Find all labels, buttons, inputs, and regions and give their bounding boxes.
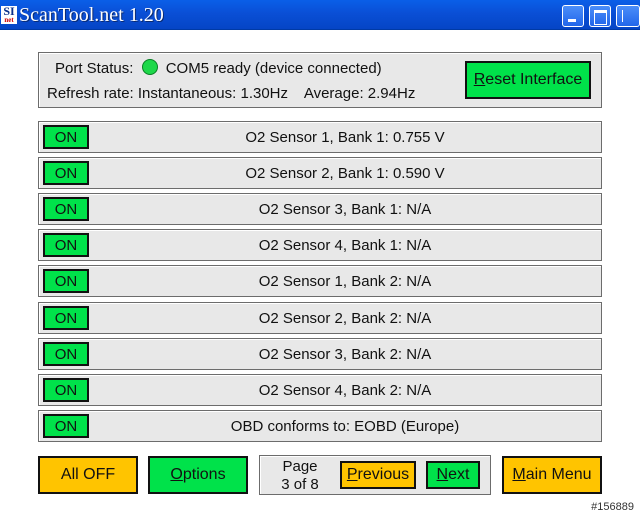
previous-page-button[interactable]: Previous [340,461,416,489]
next-page-button[interactable]: Next [426,461,480,489]
average-value: 2.94Hz [367,85,416,102]
sensor-toggle-button[interactable]: ON [43,161,89,185]
app-logo-icon: SI net [1,6,17,24]
main-menu-label: ain Menu [525,466,592,483]
average-label: Average: [303,85,364,102]
next-mnemonic: N [436,466,449,483]
sensor-readout: O2 Sensor 4, Bank 1: N/A [89,237,601,254]
title-bar[interactable]: SI net ScanTool.net 1.20 [0,0,640,30]
sensor-value: N/A [406,310,432,327]
sensor-label: O2 Sensor 3, Bank 2: [258,346,403,363]
previous-label: revious [357,466,410,483]
minimize-button[interactable] [562,5,584,27]
instantaneous-label: Instantaneous: [137,85,237,102]
options-mnemonic: O [170,466,183,483]
sensor-value: N/A [406,273,432,290]
sensor-toggle-button[interactable]: ON [43,233,89,257]
obd-standard-readout: OBD conforms to: EOBD (Europe) [89,418,601,435]
obd-standard-value: EOBD (Europe) [354,418,460,435]
sensor-row: ON O2 Sensor 4, Bank 1: N/A [38,229,602,261]
page-count: 3 of 8 [281,476,319,493]
previous-mnemonic: P [346,466,358,483]
sensor-label: O2 Sensor 4, Bank 2: [258,382,403,399]
sensor-label: O2 Sensor 3, Bank 1: [258,201,403,218]
options-button[interactable]: Options [148,456,248,494]
main-menu-button[interactable]: Main Menu [502,456,602,494]
port-status-value: COM5 ready (device connected) [165,60,382,77]
sensor-toggle-button[interactable]: ON [43,269,89,293]
sensor-toggle-button[interactable]: ON [43,342,89,366]
sensor-value: N/A [406,382,432,399]
sensor-readout: O2 Sensor 1, Bank 1: 0.755 V [89,129,601,146]
sensor-label: O2 Sensor 1, Bank 1: [245,129,389,146]
sensor-toggle-button[interactable]: ON [43,306,89,330]
sensor-row: ON O2 Sensor 1, Bank 1: 0.755 V [38,121,602,153]
all-off-button[interactable]: All OFF [38,456,138,494]
options-label: ptions [182,466,226,483]
sensor-label: O2 Sensor 4, Bank 1: [258,237,403,254]
maximize-button[interactable] [589,5,611,27]
refresh-rate-line: Refresh rate: Instantaneous: 1.30Hz Aver… [47,85,415,102]
sensor-row: ON O2 Sensor 2, Bank 2: N/A [38,302,602,334]
sensor-value: N/A [406,346,432,363]
instantaneous-value: 1.30Hz [240,85,289,102]
port-status-panel: Port Status: COM5 ready (device connecte… [38,52,602,108]
sensor-readout: O2 Sensor 3, Bank 2: N/A [89,346,601,363]
sensor-readout: O2 Sensor 3, Bank 1: N/A [89,201,601,218]
sensor-label: O2 Sensor 2, Bank 2: [258,310,403,327]
sensor-value: N/A [406,237,432,254]
sensor-label: O2 Sensor 1, Bank 2: [258,273,403,290]
page-label: Page [282,458,318,475]
watermark: #156889 [591,501,634,513]
next-label: ext [448,466,470,483]
sensor-toggle-button[interactable]: ON [43,378,89,402]
sensor-label: O2 Sensor 2, Bank 1: [245,165,389,182]
obd-standard-label: OBD conforms to: [230,418,350,435]
sensor-value: N/A [406,201,432,218]
sensor-readout: O2 Sensor 2, Bank 2: N/A [89,310,601,327]
window-title: ScanTool.net 1.20 [19,4,164,26]
logo-subtext: net [4,16,14,24]
reset-interface-label: eset Interface [485,71,583,88]
port-status-label: Port Status: [55,60,134,77]
refresh-rate-label: Refresh rate: [47,85,134,102]
sensor-toggle-button[interactable]: ON [43,414,89,438]
obd-standard-row: ON OBD conforms to: EOBD (Europe) [38,410,602,442]
sensor-row: ON O2 Sensor 3, Bank 1: N/A [38,193,602,225]
sensor-value: 0.755 V [392,129,445,146]
sensor-row: ON O2 Sensor 4, Bank 2: N/A [38,374,602,406]
sensor-toggle-button[interactable]: ON [43,125,89,149]
reset-interface-button[interactable]: Reset Interface [465,61,591,99]
sensor-row: ON O2 Sensor 2, Bank 1: 0.590 V [38,157,602,189]
sensor-readout: O2 Sensor 4, Bank 2: N/A [89,382,601,399]
sensor-row: ON O2 Sensor 1, Bank 2: N/A [38,265,602,297]
sensor-value: 0.590 V [392,165,445,182]
close-button[interactable] [616,5,640,27]
pager-panel: Page 3 of 8 Previous Next [259,455,491,495]
port-status-indicator-icon [141,59,158,75]
port-status-line: Port Status: COM5 ready (device connecte… [55,59,382,77]
sensor-row: ON O2 Sensor 3, Bank 2: N/A [38,338,602,370]
sensor-readout: O2 Sensor 2, Bank 1: 0.590 V [89,165,601,182]
reset-interface-mnemonic: R [473,71,486,88]
main-menu-mnemonic: M [512,466,526,483]
sensor-toggle-button[interactable]: ON [43,197,89,221]
page-indicator: Page 3 of 8 [268,458,332,494]
sensor-readout: O2 Sensor 1, Bank 2: N/A [89,273,601,290]
